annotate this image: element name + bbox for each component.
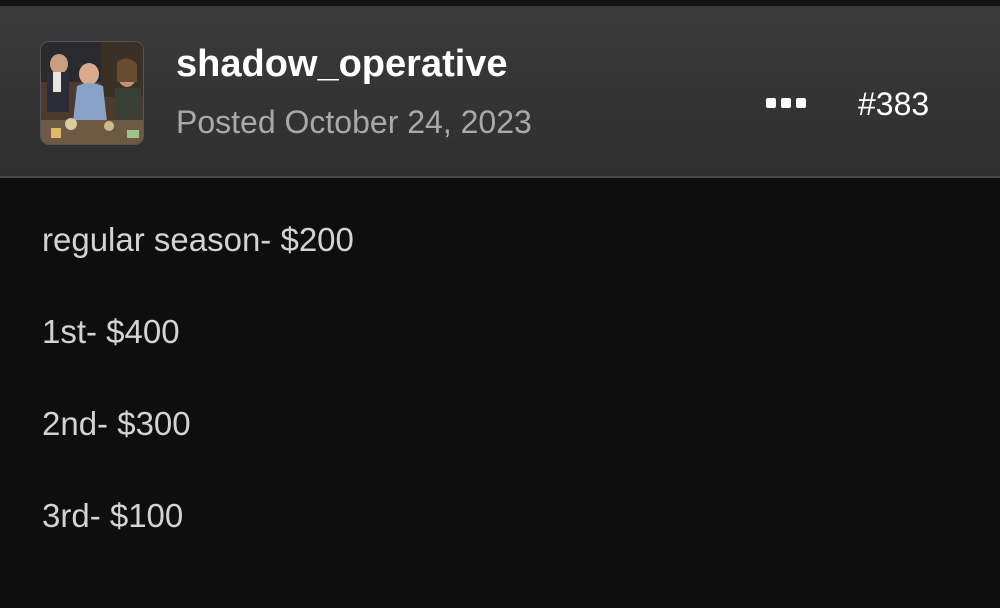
post-body: regular season- $200 1st- $400 2nd- $300…	[0, 180, 1000, 608]
author-username[interactable]: shadow_operative	[176, 42, 508, 86]
body-line: 3rd- $100	[42, 497, 184, 534]
post-header: shadow_operative Posted October 24, 2023…	[0, 6, 1000, 178]
more-options-button[interactable]	[760, 88, 812, 118]
post-date: Posted October 24, 2023	[176, 104, 532, 140]
body-line: 1st- $400	[42, 313, 180, 350]
body-line: regular season- $200	[42, 221, 354, 258]
avatar[interactable]	[41, 42, 143, 144]
avatar-photo-icon	[41, 42, 143, 144]
body-line: 2nd- $300	[42, 405, 191, 442]
forum-post: shadow_operative Posted October 24, 2023…	[0, 0, 1000, 608]
ellipsis-icon	[766, 98, 806, 108]
post-number-link[interactable]: #383	[858, 84, 929, 124]
